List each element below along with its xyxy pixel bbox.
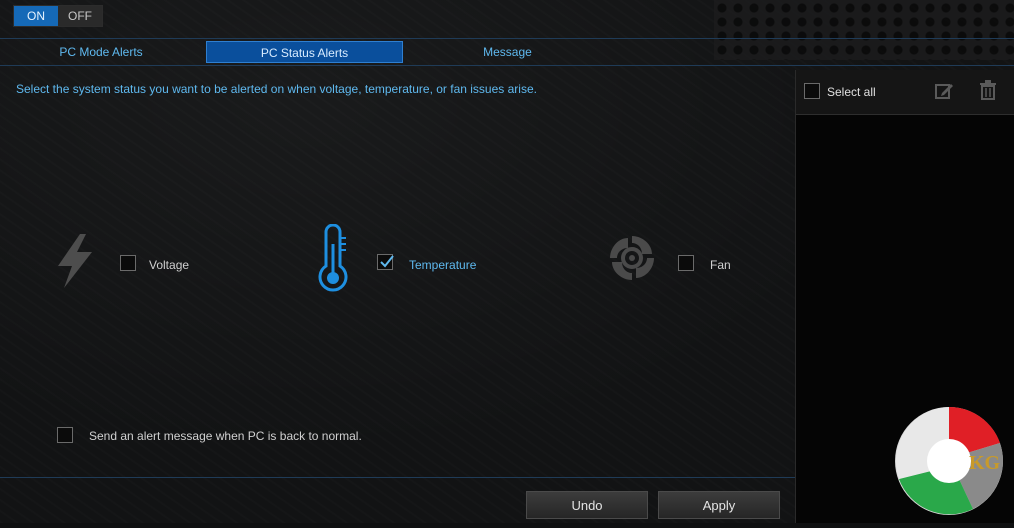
toggle-off-button[interactable]: OFF <box>58 6 102 26</box>
lightning-bolt-icon <box>52 232 96 295</box>
voltage-checkbox[interactable] <box>120 255 136 271</box>
voltage-label: Voltage <box>149 258 190 272</box>
temperature-alert: Temperature <box>310 223 540 306</box>
power-toggle[interactable]: ON OFF <box>13 5 103 27</box>
back-to-normal-label: Send an alert message when PC is back to… <box>89 429 362 443</box>
trash-icon[interactable] <box>979 80 997 105</box>
undo-button[interactable]: Undo <box>526 491 648 519</box>
tab-pc-status-alerts[interactable]: PC Status Alerts <box>206 41 403 63</box>
message-list-header: Select all <box>796 70 1014 115</box>
footer-divider <box>0 477 795 478</box>
temperature-label: Temperature <box>409 258 477 272</box>
fan-icon <box>606 232 658 289</box>
tab-bar: PC Mode Alerts PC Status Alerts Message <box>0 38 1014 66</box>
fan-alert: Fan <box>606 226 786 306</box>
svg-text:KG: KG <box>969 452 1001 474</box>
tab-message[interactable]: Message <box>420 41 595 63</box>
checkmark-icon <box>380 255 394 268</box>
tab-pc-mode-alerts[interactable]: PC Mode Alerts <box>18 41 184 63</box>
description-text: Select the system status you want to be … <box>16 82 537 96</box>
select-all-label: Select all <box>827 85 876 99</box>
thermometer-icon <box>310 223 356 301</box>
fan-label: Fan <box>710 258 731 272</box>
voltage-alert: Voltage <box>52 226 252 306</box>
fan-checkbox[interactable] <box>678 255 694 271</box>
kg-watermark-logo: KG <box>887 399 1011 528</box>
temperature-checkbox[interactable] <box>377 254 394 270</box>
back-to-normal-checkbox[interactable] <box>57 427 73 443</box>
toggle-on-button[interactable]: ON <box>14 6 58 26</box>
apply-button[interactable]: Apply <box>658 491 780 519</box>
select-all-checkbox[interactable] <box>804 83 820 99</box>
edit-icon[interactable] <box>934 81 954 106</box>
